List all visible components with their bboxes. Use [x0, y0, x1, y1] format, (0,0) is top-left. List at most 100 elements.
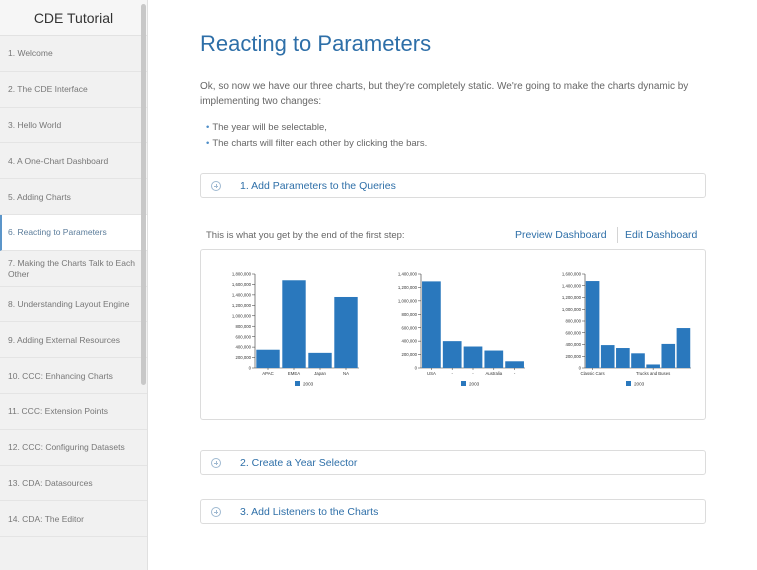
sidebar-item-reacting-to-parameters[interactable]: 6. Reacting to Parameters [0, 214, 147, 251]
y-tick-label: 600,000 [235, 334, 251, 339]
y-tick-label: 400,000 [565, 342, 581, 347]
bar [282, 280, 306, 368]
sidebar-nav: 1. Welcome 2. The CDE Interface 3. Hello… [0, 36, 147, 538]
y-tick-label: 0 [415, 366, 418, 371]
y-tick-label: 600,000 [401, 325, 417, 330]
section-label: 2. Create a Year Selector [240, 456, 358, 469]
legend-label: 2003 [303, 381, 314, 386]
section-year-selector[interactable]: 2. Create a Year Selector [200, 450, 706, 475]
legend-swatch [461, 381, 466, 386]
link-divider [617, 227, 618, 243]
sidebar-item-cde-interface[interactable]: 2. The CDE Interface [0, 72, 147, 108]
app-root: CDE Tutorial 1. Welcome 2. The CDE Inter… [0, 0, 757, 570]
x-tick-label: - [451, 371, 453, 376]
plus-circle-icon [211, 506, 221, 517]
y-tick-label: 1,000,000 [398, 298, 418, 303]
plus-circle-icon [211, 180, 221, 191]
y-tick-label: 1,600,000 [562, 272, 582, 277]
x-tick-label: Japan [314, 371, 326, 376]
y-tick-label: 200,000 [401, 352, 417, 357]
y-tick-label: 1,400,000 [398, 272, 418, 277]
x-tick-label: Trucks and Buses [636, 371, 670, 376]
page-title: Reacting to Parameters [200, 31, 432, 56]
y-tick-label: 800,000 [235, 324, 251, 329]
bar [661, 343, 676, 368]
y-tick-label: 1,000,000 [562, 307, 582, 312]
bar [600, 345, 615, 368]
edit-dashboard-link[interactable]: Edit Dashboard [625, 229, 697, 241]
y-tick-label: 200,000 [565, 354, 581, 359]
bar [585, 281, 600, 368]
section-add-parameters[interactable]: 1. Add Parameters to the Queries [200, 173, 706, 198]
sidebar-item-one-chart-dashboard[interactable]: 4. A One-Chart Dashboard [0, 143, 147, 180]
bar [505, 361, 524, 368]
y-tick-label: 600,000 [565, 330, 581, 335]
y-tick-label: 1,200,000 [562, 295, 582, 300]
x-tick-label: EMEA [288, 371, 300, 376]
y-tick-label: 0 [249, 366, 252, 371]
x-tick-label: Classic Cars [581, 371, 605, 376]
bar [422, 281, 441, 368]
sidebar: CDE Tutorial 1. Welcome 2. The CDE Inter… [0, 0, 148, 570]
chart-sales-by-country: 0 200,000 400,000 600,000 800,000 1,000,000 1,… [398, 272, 525, 386]
bar [646, 364, 660, 368]
y-tick-label: 1,200,000 [398, 285, 418, 290]
sidebar-item-welcome[interactable]: 1. Welcome [0, 36, 147, 72]
sidebar-item-external-resources[interactable]: 9. Adding External Resources [0, 322, 147, 359]
y-tick-label: 200,000 [235, 355, 251, 360]
bar [484, 350, 504, 368]
bar [463, 346, 483, 368]
x-tick-label: NA [343, 371, 349, 376]
bar [616, 348, 630, 368]
sidebar-item-ccc-extension-points[interactable]: 11. CCC: Extension Points [0, 394, 147, 430]
sidebar-item-layout-engine[interactable]: 8. Understanding Layout Engine [0, 287, 147, 323]
x-tick-label: - [472, 371, 474, 376]
sidebar-item-ccc-datasets[interactable]: 12. CCC: Configuring Datasets [0, 430, 147, 466]
y-tick-label: 1,400,000 [232, 292, 252, 297]
y-tick-label: 1,200,000 [232, 303, 252, 308]
y-tick-label: 400,000 [401, 339, 417, 344]
section-add-listeners[interactable]: 3. Add Listeners to the Charts [200, 499, 706, 524]
sidebar-item-charts-talk[interactable]: 7. Making the Charts Talk to Each Other [0, 251, 147, 287]
sidebar-title: CDE Tutorial [0, 0, 147, 36]
preview-dashboard-link[interactable]: Preview Dashboard [515, 229, 607, 241]
plus-circle-icon [211, 457, 221, 468]
bar [631, 353, 645, 368]
bar [308, 352, 332, 368]
y-tick-label: 0 [579, 366, 582, 371]
y-tick-label: 800,000 [401, 312, 417, 317]
y-tick-label: 1,800,000 [232, 272, 252, 277]
sidebar-item-adding-charts[interactable]: 5. Adding Charts [0, 179, 147, 215]
y-tick-label: 800,000 [565, 319, 581, 324]
sidebar-item-cda-datasources[interactable]: 13. CDA: Datasources [0, 466, 147, 502]
section-label: 3. Add Listeners to the Charts [240, 505, 379, 518]
x-tick-label: APAC [262, 371, 273, 376]
bar [334, 296, 358, 368]
intro-paragraph: Ok, so now we have our three charts, but… [200, 81, 689, 107]
bar [256, 349, 280, 368]
step-caption: This is what you get by the end of the f… [206, 230, 405, 241]
sidebar-item-ccc-enhancing[interactable]: 10. CCC: Enhancing Charts [0, 358, 147, 394]
sidebar-item-cda-editor[interactable]: 14. CDA: The Editor [0, 501, 147, 538]
list-item: The charts will filter each other by cli… [206, 136, 427, 152]
y-tick-label: 1,600,000 [232, 282, 252, 287]
y-tick-label: 1,000,000 [232, 313, 252, 318]
y-tick-label: 1,400,000 [562, 283, 582, 288]
chart-sales-by-territory: 0 200,000 400,000 600,000 800,000 1,000,000 1,… [232, 272, 359, 386]
y-tick-label: 400,000 [235, 345, 251, 350]
sidebar-item-hello-world[interactable]: 3. Hello World [0, 108, 147, 144]
charts-panel: 0 200,000 400,000 600,000 800,000 1,000,000 1,… [200, 249, 706, 420]
x-tick-label: USA [427, 371, 436, 376]
legend-label: 2003 [634, 381, 645, 386]
legend-label: 2003 [469, 381, 480, 386]
sidebar-scrollbar[interactable] [141, 4, 146, 385]
chart-sales-by-product-line: 0 200,000 400,000 600,000 800,000 1,000,000 1,… [562, 272, 691, 386]
main-content: Reacting to Parameters Ok, so now we hav… [148, 0, 757, 570]
bar [442, 341, 462, 368]
legend-swatch [295, 381, 300, 386]
legend-swatch [626, 381, 631, 386]
change-list: The year will be selectable, The charts … [206, 120, 427, 152]
section-label: 1. Add Parameters to the Queries [240, 179, 396, 192]
bar [676, 328, 691, 368]
x-tick-label: - [514, 371, 516, 376]
